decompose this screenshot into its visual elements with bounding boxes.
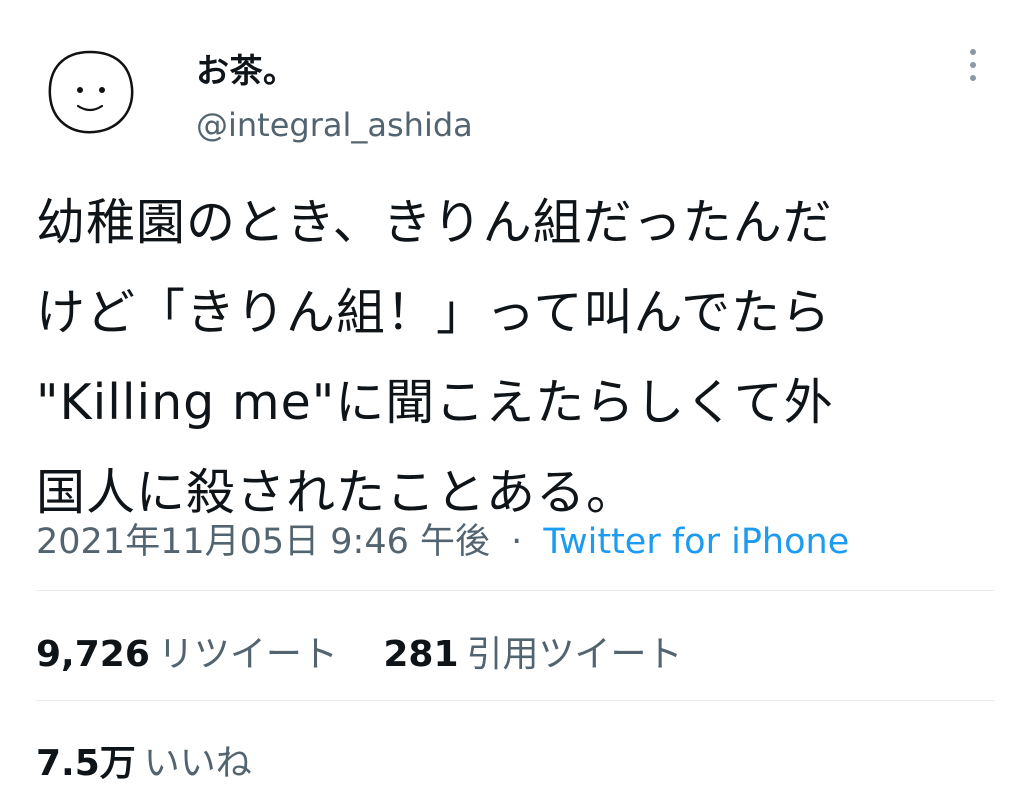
likes-stat[interactable]: 7.5万 いいね bbox=[36, 734, 252, 786]
vertical-ellipsis-icon bbox=[970, 75, 976, 81]
smiley-face-doodle-icon bbox=[48, 50, 134, 134]
tweet-text: 幼稚園のとき、きりん組だったんだ けど「きりん組！」って叫んでたら "Killi… bbox=[36, 178, 996, 538]
likes-row: 7.5万 いいね bbox=[36, 734, 286, 786]
tweet-detail: お茶。 @integral_ashida 幼稚園のとき、きりん組だったんだ けど… bbox=[0, 0, 1024, 808]
tweet-text-line: けど「きりん組！」って叫んでたら bbox=[36, 284, 832, 341]
vertical-ellipsis-icon bbox=[970, 62, 976, 68]
like-count: 7.5万 bbox=[36, 743, 136, 784]
retweet-label: リツイート bbox=[157, 634, 338, 675]
tweet-text-line: "Killing me"に聞こえたらしくて外 bbox=[36, 374, 834, 431]
source-link[interactable]: Twitter for iPhone bbox=[543, 522, 849, 562]
retweet-count: 9,726 bbox=[36, 634, 150, 675]
quote-count: 281 bbox=[383, 634, 459, 675]
quotes-stat[interactable]: 281 引用ツイート bbox=[383, 625, 682, 677]
more-options-button[interactable] bbox=[958, 42, 988, 88]
divider bbox=[36, 590, 994, 591]
divider bbox=[36, 700, 994, 701]
tweet-text-line: 幼稚園のとき、きりん組だったんだ bbox=[36, 194, 833, 251]
avatar[interactable] bbox=[42, 46, 138, 138]
engagement-stats: 9,726 リツイート 281 引用ツイート bbox=[36, 625, 717, 677]
user-handle[interactable]: @integral_ashida bbox=[196, 106, 473, 144]
tweet-meta: 2021年11月05日 9:46 午後 · Twitter for iPhone bbox=[36, 513, 849, 564]
quote-label: 引用ツイート bbox=[466, 634, 683, 675]
timestamp[interactable]: 2021年11月05日 9:46 午後 bbox=[36, 522, 490, 562]
display-name[interactable]: お茶。 bbox=[196, 44, 297, 92]
like-label: いいね bbox=[143, 743, 252, 784]
vertical-ellipsis-icon bbox=[970, 49, 976, 55]
retweets-stat[interactable]: 9,726 リツイート bbox=[36, 625, 338, 677]
meta-separator: · bbox=[511, 522, 523, 562]
